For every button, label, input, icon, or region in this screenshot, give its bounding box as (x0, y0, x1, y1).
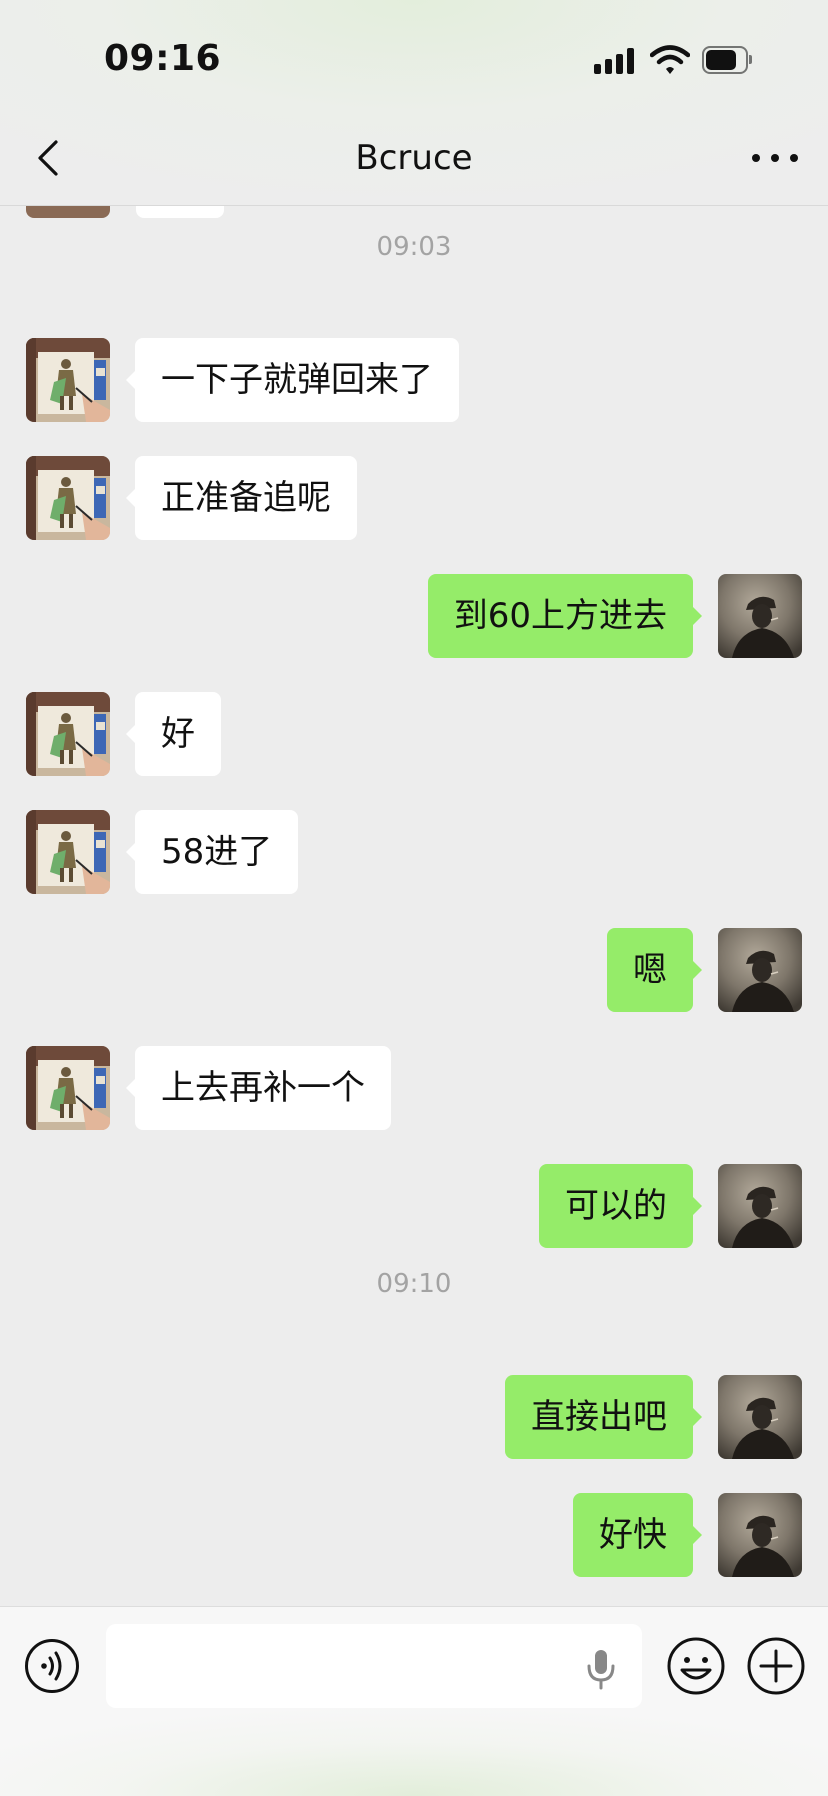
input-bar (0, 1606, 828, 1796)
friend-avatar[interactable] (26, 1046, 110, 1130)
partial-message-row (0, 206, 828, 218)
microphone-icon[interactable] (584, 1648, 618, 1690)
my-avatar[interactable] (718, 1375, 802, 1459)
status-time: 09:16 (104, 38, 222, 79)
partial-bubble (136, 206, 224, 218)
message-row-sent: 直接出吧 (0, 1375, 828, 1459)
emoji-icon[interactable] (666, 1636, 726, 1696)
chat-title: Bcruce (355, 138, 473, 178)
message-row-sent: 嗯 (0, 928, 828, 1012)
message-bubble[interactable]: 正准备追呢 (126, 456, 357, 540)
timestamp: 09:10 (376, 1269, 452, 1299)
message-row-received: 一下子就弹回来了 (0, 338, 828, 422)
input-bar-divider (0, 1606, 828, 1607)
message-bubble[interactable]: 到60上方进去 (427, 574, 703, 658)
my-avatar[interactable] (718, 1164, 802, 1248)
voice-icon[interactable] (24, 1638, 80, 1694)
message-row-received: 58进了 (0, 810, 828, 894)
message-row-received: 正准备追呢 (0, 456, 828, 540)
message-bubble[interactable]: 一下子就弹回来了 (126, 338, 459, 422)
message-row-received: 上去再补一个 (0, 1046, 828, 1130)
message-bubble[interactable]: 上去再补一个 (126, 1046, 391, 1130)
message-bubble[interactable]: 直接出吧 (505, 1375, 702, 1459)
nav-bar: Bcruce (0, 110, 828, 206)
more-dots-icon[interactable] (752, 150, 798, 166)
message-bubble[interactable]: 好快 (573, 1493, 702, 1577)
home-indicator-area (0, 1706, 828, 1796)
message-row-sent: 可以的 (0, 1164, 828, 1248)
my-avatar[interactable] (718, 574, 802, 658)
message-bubble[interactable]: 嗯 (607, 928, 702, 1012)
friend-avatar[interactable] (26, 338, 110, 422)
my-avatar[interactable] (718, 1493, 802, 1577)
friend-avatar[interactable] (26, 810, 110, 894)
message-bubble[interactable]: 58进了 (125, 810, 299, 894)
friend-avatar[interactable] (26, 456, 110, 540)
message-list[interactable]: 09:03 一下子就弹回来了 正准备追呢 到60上方进去 好 58进了 嗯 上去… (0, 206, 828, 1606)
wifi-icon (650, 45, 690, 74)
status-bar: 09:16 (0, 0, 828, 110)
message-input[interactable] (106, 1624, 642, 1708)
message-row-sent: 好快 (0, 1493, 828, 1577)
plus-icon[interactable] (746, 1636, 806, 1696)
message-bubble[interactable]: 好 (126, 692, 221, 776)
signal-icon (594, 48, 636, 74)
battery-icon (702, 46, 752, 74)
friend-avatar[interactable] (26, 692, 110, 776)
timestamp: 09:03 (376, 232, 452, 262)
message-row-received: 好 (0, 692, 828, 776)
my-avatar[interactable] (718, 928, 802, 1012)
avatar (26, 206, 110, 218)
message-bubble[interactable]: 可以的 (539, 1164, 702, 1248)
message-row-sent: 到60上方进去 (0, 574, 828, 658)
